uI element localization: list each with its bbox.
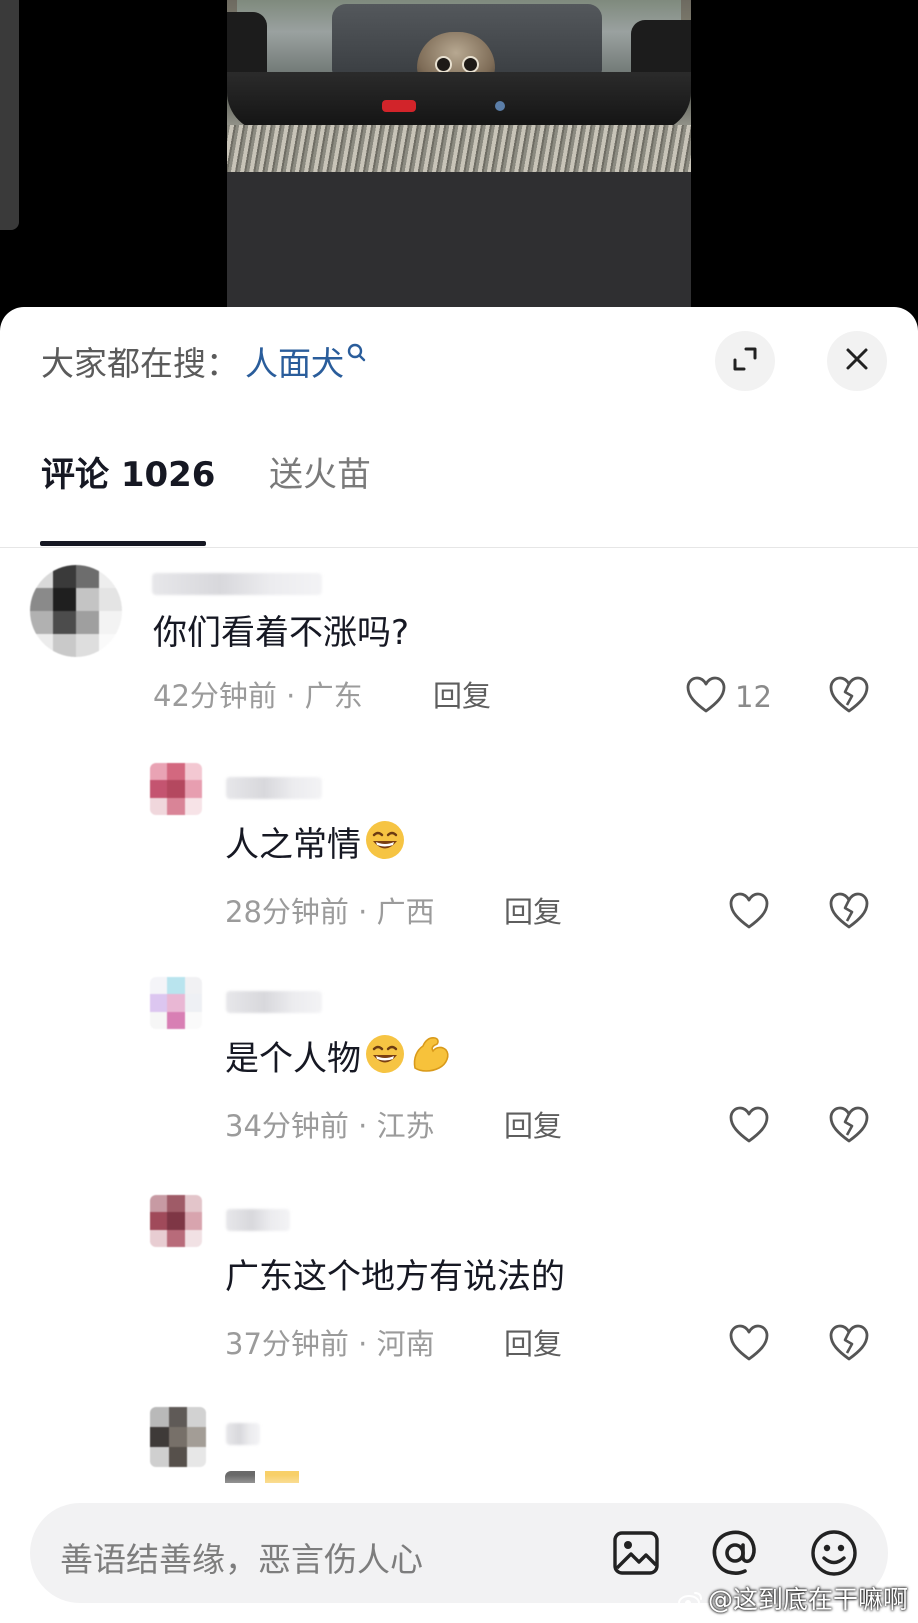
avatar[interactable]	[150, 1407, 206, 1467]
broken-heart-icon	[828, 1106, 870, 1149]
avatar[interactable]	[150, 763, 202, 815]
expand-button[interactable]	[715, 331, 775, 391]
comment-text: 是个人物	[225, 1031, 453, 1080]
video-frame-image	[227, 0, 691, 172]
image-icon	[610, 1531, 662, 1583]
video-player[interactable]	[227, 0, 691, 312]
comment-input[interactable]: 善语结善缘，恶言伤人心	[60, 1533, 423, 1581]
reply-button[interactable]: 回复	[504, 889, 562, 931]
watermark: @这到底在干嘛啊	[677, 1580, 908, 1617]
meta-separator: ·	[358, 1327, 368, 1361]
heart-icon	[728, 891, 770, 935]
watermark-text: @这到底在干嘛啊	[707, 1585, 908, 1614]
tab-comments[interactable]: 评论 1026	[41, 447, 215, 496]
comment-text-body: 人之常情	[225, 825, 361, 865]
comment-time: 37分钟前	[225, 1327, 349, 1361]
dislike-button[interactable]	[828, 1105, 870, 1149]
comment-meta: 28分钟前 · 广西	[225, 889, 435, 931]
reply-button[interactable]: 回复	[504, 1321, 562, 1363]
heart-icon	[728, 1323, 770, 1367]
tab-send-sparks[interactable]: 送火苗	[269, 447, 371, 496]
like-count: 12	[735, 680, 772, 714]
weibo-icon	[677, 1588, 704, 1617]
dislike-button[interactable]	[828, 675, 870, 719]
comment-meta: 42分钟前 · 广东	[153, 673, 363, 715]
comment-time: 42分钟前	[153, 679, 277, 713]
flex-arm-emoji	[409, 1032, 453, 1076]
comment-text: 你们看着不涨吗?	[153, 613, 410, 653]
emoji-button[interactable]	[808, 1527, 860, 1579]
reply-button[interactable]: 回复	[433, 673, 491, 715]
broken-heart-icon	[828, 676, 870, 719]
meta-separator: ·	[358, 895, 368, 929]
meta-separator: ·	[358, 1109, 368, 1143]
comment-time: 34分钟前	[225, 1109, 349, 1143]
side-drawer-handle[interactable]	[0, 0, 19, 230]
comment-meta: 34分钟前 · 江苏	[225, 1103, 435, 1145]
close-button[interactable]	[827, 331, 887, 391]
username[interactable]	[226, 777, 322, 799]
reply-item	[0, 1399, 918, 1483]
comment-meta: 37分钟前 · 河南	[225, 1321, 435, 1363]
username[interactable]	[152, 573, 322, 595]
broken-heart-icon	[828, 892, 870, 935]
like-button[interactable]	[728, 1105, 770, 1149]
mention-button[interactable]	[709, 1527, 761, 1579]
image-button[interactable]	[610, 1527, 662, 1579]
tabs-divider	[0, 547, 918, 548]
avatar[interactable]	[30, 565, 122, 657]
list-fade	[0, 1475, 918, 1503]
grin-emoji	[363, 818, 407, 862]
trending-search[interactable]: 大家都在搜： 人面犬	[41, 337, 368, 385]
heart-icon	[728, 1105, 770, 1149]
trending-search-prefix: 大家都在搜：	[41, 344, 239, 383]
username[interactable]	[226, 1209, 290, 1231]
comment-text: 人之常情	[225, 817, 407, 866]
username[interactable]	[226, 1423, 260, 1445]
expand-icon	[729, 343, 761, 379]
grin-emoji	[363, 1032, 407, 1076]
dislike-button[interactable]	[828, 891, 870, 935]
like-button[interactable]	[728, 891, 770, 935]
active-tab-indicator	[40, 541, 206, 546]
trending-search-term[interactable]: 人面犬	[245, 344, 344, 383]
username[interactable]	[226, 991, 322, 1013]
comment-location: 广东	[304, 679, 363, 713]
close-icon	[843, 345, 871, 377]
comment-time: 28分钟前	[225, 895, 349, 929]
broken-heart-icon	[828, 1324, 870, 1367]
comment-text-body: 是个人物	[225, 1039, 361, 1079]
comment-sheet: 大家都在搜： 人面犬 评论 1026 送火苗 你们看着不涨吗? 42分钟前 · 广…	[0, 307, 918, 1623]
avatar[interactable]	[150, 977, 202, 1029]
like-button[interactable]	[728, 1323, 770, 1367]
dislike-button[interactable]	[828, 1323, 870, 1367]
comment-location: 河南	[376, 1327, 435, 1361]
reply-button[interactable]: 回复	[504, 1103, 562, 1145]
heart-icon	[685, 675, 727, 719]
meta-separator: ·	[286, 679, 296, 713]
avatar[interactable]	[150, 1195, 202, 1247]
like-button[interactable]: 12	[685, 675, 772, 719]
search-icon	[346, 337, 368, 376]
comment-location: 江苏	[376, 1109, 435, 1143]
comment-location: 广西	[376, 895, 435, 929]
comment-text: 广东这个地方有说法的	[225, 1257, 565, 1297]
